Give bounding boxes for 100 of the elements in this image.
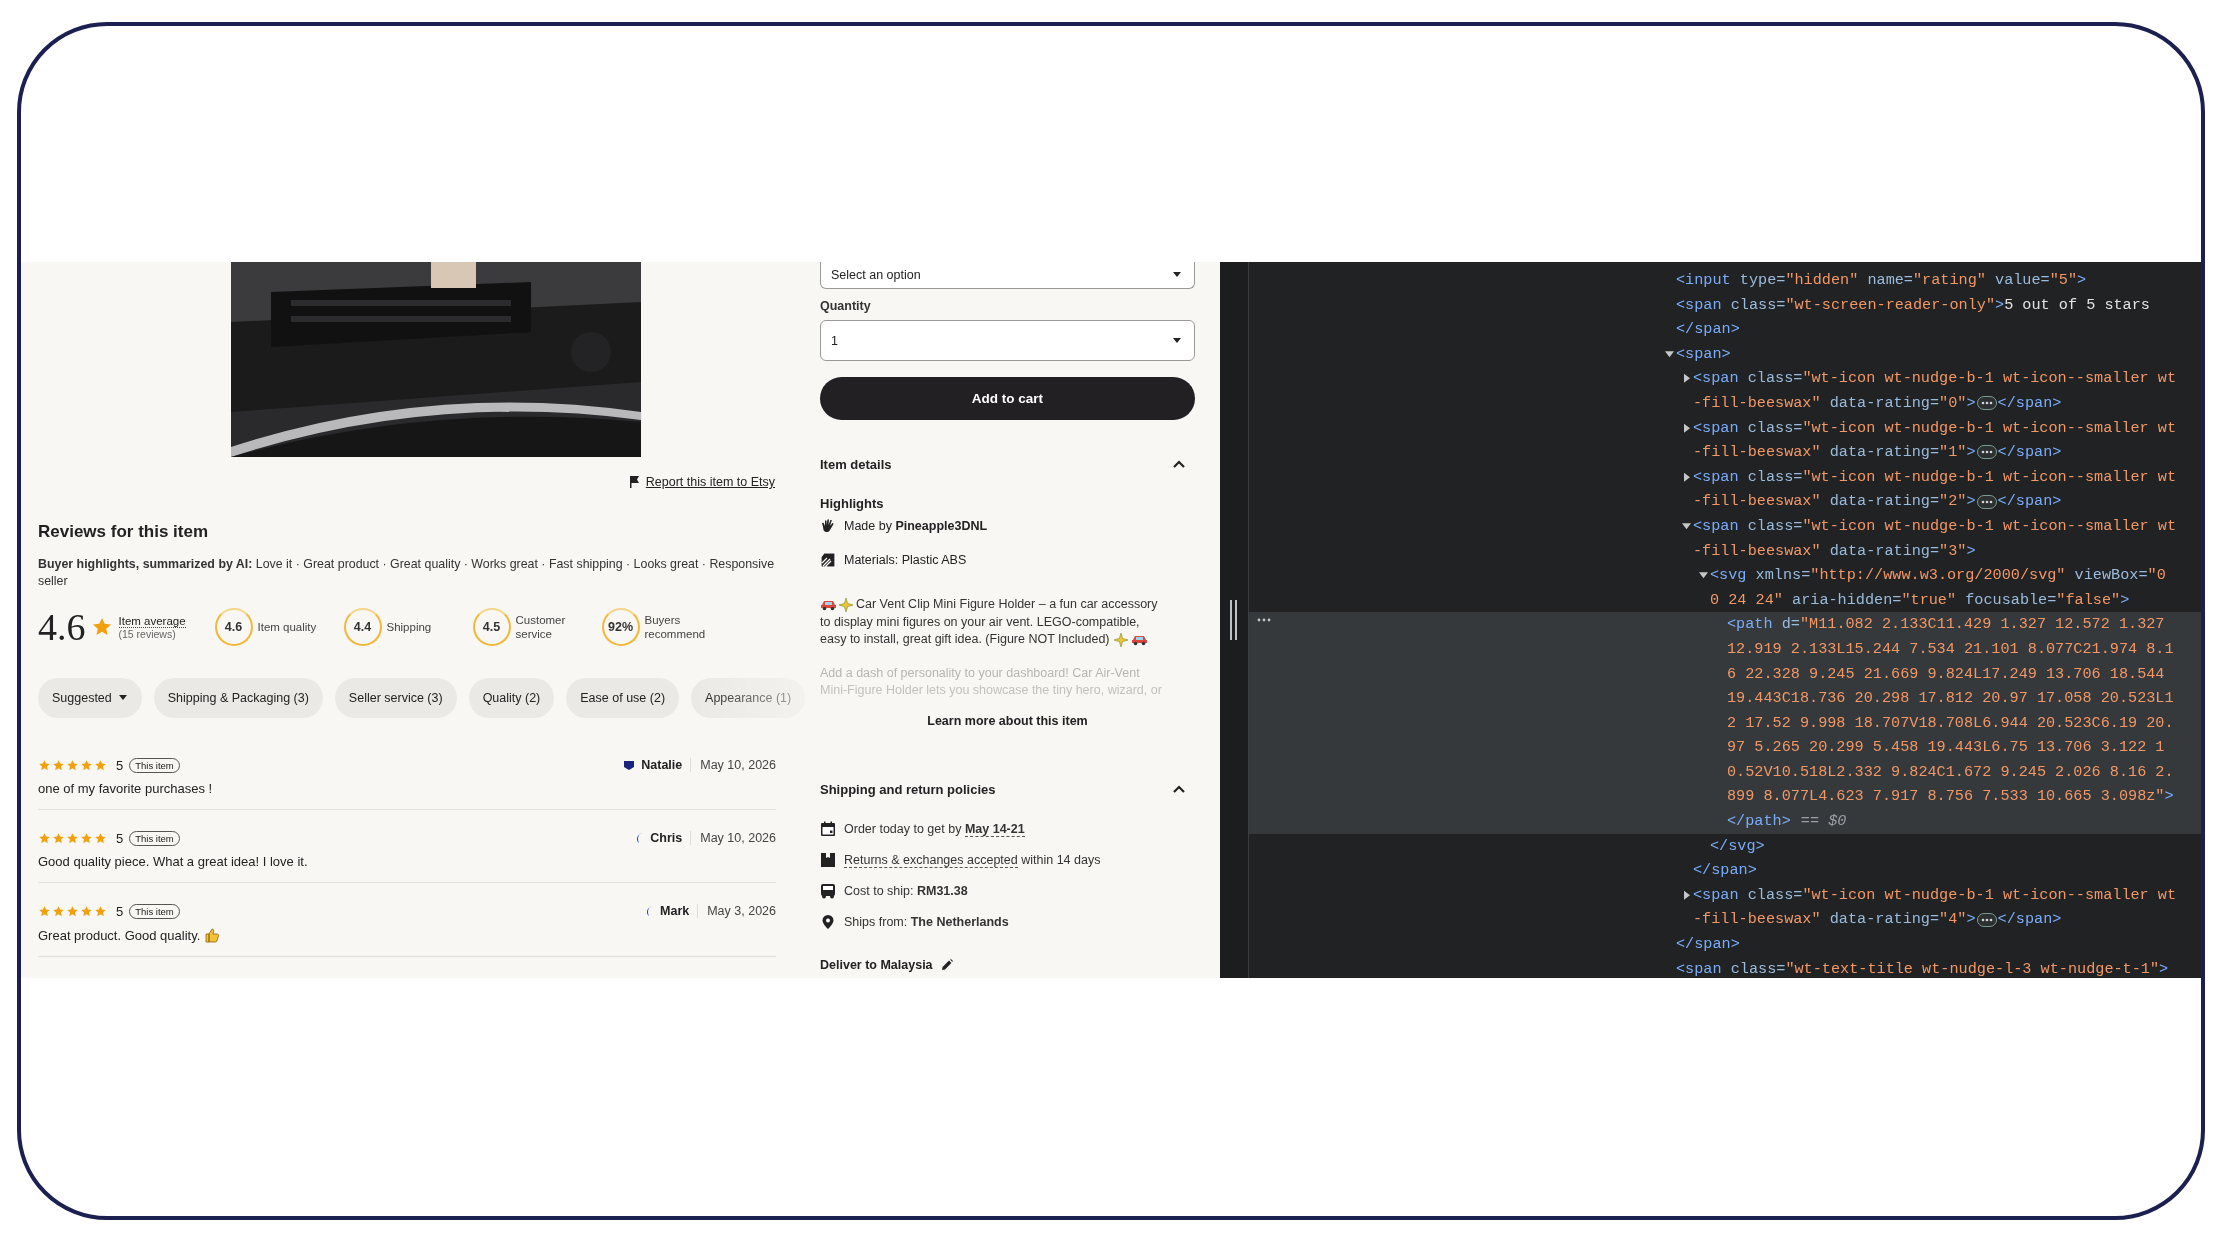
reviewer-name[interactable]: Natalie [641, 758, 692, 772]
sparkle-icon [839, 597, 853, 612]
star-icon [52, 831, 65, 845]
star-icon [66, 831, 79, 845]
code-line: </path> [1727, 811, 1791, 833]
code-line: </span> [1997, 909, 2062, 931]
thumbs-up-icon [204, 927, 221, 943]
code-line: -fill-beeswax" data-rating="2"> [1693, 491, 1976, 513]
item-description: to display mini figures on your air vent. LEGO-compatible, [820, 613, 1140, 631]
star-icon [38, 758, 51, 772]
code-line: -fill-beeswax" data-rating="4"> [1693, 909, 1976, 931]
code-line: <path d="M11.082 2.133C11.429 1.327 12.572 1.327 [1727, 614, 2165, 636]
score-value: 4.5 [472, 608, 511, 646]
review-text: Great product. Good quality. [38, 927, 201, 943]
reviewer-name[interactable]: Chris [650, 831, 692, 845]
score-label: Shipping [386, 620, 432, 634]
code-line: </span> [1676, 934, 1740, 956]
learn-more-link[interactable]: Learn more about this item [927, 713, 1088, 728]
star-icon [52, 904, 65, 918]
highlights-title: Highlights [820, 496, 885, 511]
ellipsis-icon[interactable] [1976, 396, 1997, 411]
description-preview: Mini-Figure Holder lets you showcase the tiny hero, wizard, or [820, 682, 1163, 699]
pencil-icon[interactable] [940, 958, 953, 971]
caret-icon [1172, 337, 1182, 344]
car-icon [820, 598, 837, 612]
code-line: <span class="wt-text-title wt-nudge-l-3 wt-nudge-t-1"> [1676, 958, 2169, 978]
code-line: </span> [1997, 392, 2062, 414]
star-icon [80, 904, 93, 918]
code-line: 899 8.077L4.623 7.917 8.756 7.533 10.665 3.098z"> [1727, 786, 2174, 808]
code-line: -fill-beeswax" data-rating="0"> [1693, 392, 1976, 414]
code-line: -fill-beeswax" data-rating="3"> [1693, 540, 1976, 562]
policy-text: Cost to ship: RM31.38 [844, 883, 968, 898]
policy-text: Order today to get by May 14-21 [844, 821, 1025, 836]
filter-chip[interactable]: Appearance (1) [691, 678, 806, 718]
code-line: 0.52V10.518L2.332 9.824C1.672 9.245 2.026 8.16 2. [1727, 761, 2174, 783]
truck-icon [820, 882, 836, 899]
star-icon [94, 758, 107, 772]
score-value: 4.4 [343, 608, 382, 646]
description-preview: Add a dash of personality to your dashboard! Car Air-Vent [820, 664, 1141, 682]
code-line: <span class="wt-icon wt-nudge-b-1 wt-icon--smaller wt [1693, 466, 2177, 488]
variant-select[interactable]: Select an option [820, 262, 1195, 289]
car-icon [1130, 633, 1148, 647]
deliver-to-link[interactable]: Deliver to Malaysia [820, 957, 933, 972]
flag-icon [628, 476, 640, 488]
code-line: 12.919 2.133L15.244 7.534 21.101 8.077C21.974 8.1 [1727, 638, 2174, 660]
review-text: Good quality piece. What a great idea! I love it. [38, 854, 308, 869]
review-count: (15 reviews) [118, 627, 177, 640]
code-line: <svg xmlns="http://www.w3.org/2000/svg" viewBox="0 [1710, 565, 2166, 587]
add-to-cart-button[interactable]: Add to cart [820, 377, 1195, 420]
sort-dropdown[interactable]: Suggested [38, 678, 142, 718]
code-line: </span> [1997, 442, 2062, 464]
section-header[interactable]: Shipping and return policies [820, 781, 1195, 797]
code-line: </span> [1693, 860, 1757, 882]
average-rating: 4.6 [38, 605, 86, 649]
ellipsis-icon[interactable] [1976, 912, 1997, 927]
highlight-text: Made by Pineapple3DNL [844, 519, 988, 533]
rating-value: 5 [116, 757, 124, 773]
caret-icon [1172, 272, 1182, 278]
ellipsis-icon[interactable] [1976, 445, 1997, 460]
section-header[interactable]: Item details [820, 457, 1195, 472]
reviewer-name[interactable]: Mark [660, 904, 699, 918]
policy-text: Returns & exchanges accepted within 14 days [844, 852, 1101, 867]
code-line: 6 22.328 9.245 21.669 9.824L17.249 13.706 18.544 [1727, 663, 2165, 685]
code-line: 97 5.265 20.299 5.458 19.443L6.75 13.706 3.122 1 [1727, 737, 2165, 759]
filter-chip[interactable]: Ease of use (2) [566, 678, 680, 718]
score-label: Item quality [257, 620, 317, 634]
star-icon [90, 616, 113, 638]
code-line: </svg> [1710, 835, 1765, 857]
code-line: </span> [1997, 491, 2062, 513]
review-date: May 3, 2026 [707, 904, 776, 918]
code-line: <span> [1676, 343, 1731, 365]
code-line: 2 17.52 9.998 18.707V18.708L6.944 20.523C6.19 20. [1727, 712, 2174, 734]
buyer-highlights: Buyer highlights, summarized by AI: Love it · Great product · Great quality · Works great · Fast shipping · Looks great · Responsive seller [38, 556, 775, 590]
caret-icon [117, 695, 128, 701]
code-line: <span class="wt-icon wt-nudge-b-1 wt-icon--smaller wt [1693, 515, 2177, 537]
score-label: Buyers recommend [644, 613, 707, 641]
rating-value: 5 [116, 830, 124, 846]
star-icon [52, 758, 65, 772]
filter-chip[interactable]: Shipping & Packaging (3) [153, 678, 323, 718]
drag-handle-icon[interactable] [1230, 600, 1238, 640]
review-date: May 10, 2026 [700, 758, 776, 772]
code-line: <span class="wt-icon wt-nudge-b-1 wt-icon--smaller wt [1693, 417, 2177, 439]
code-line: -fill-beeswax" data-rating="1"> [1693, 442, 1976, 464]
filter-chip[interactable]: Quality (2) [468, 678, 555, 718]
star-icon [66, 904, 79, 918]
box-icon [820, 851, 836, 868]
star-icon [94, 904, 107, 918]
filter-chip[interactable]: Seller service (3) [334, 678, 457, 718]
more-options-icon[interactable] [1257, 618, 1271, 623]
ellipsis-icon[interactable] [1976, 494, 1997, 509]
field-label: Quantity [820, 299, 872, 313]
star-icon [94, 831, 107, 845]
report-link[interactable]: Report this item to Etsy [645, 475, 775, 489]
code-line: <span class="wt-screen-reader-only">5 out of 5 stars [1676, 294, 2150, 316]
average-label[interactable]: Item average [118, 614, 186, 628]
rating-value: 5 [116, 903, 124, 919]
star-icon [66, 758, 79, 772]
quantity-select[interactable]: 1 [820, 320, 1195, 361]
review-date: May 10, 2026 [700, 831, 776, 845]
star-icon [80, 831, 93, 845]
